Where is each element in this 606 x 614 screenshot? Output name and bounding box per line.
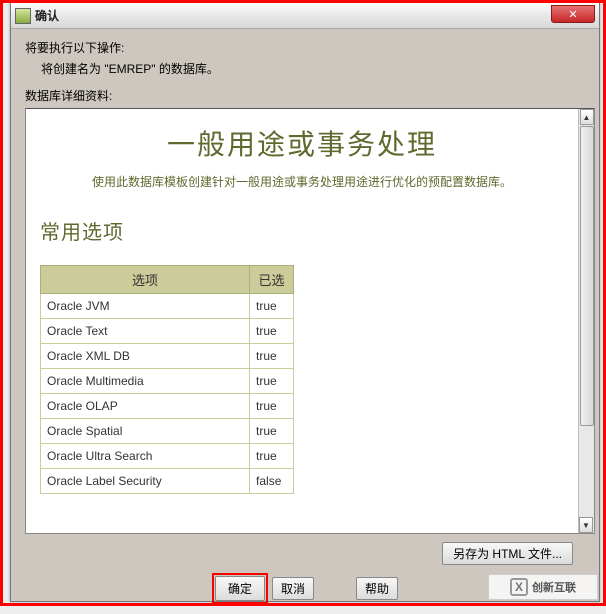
option-cell: Oracle JVM	[41, 294, 250, 319]
selected-cell: true	[250, 319, 294, 344]
table-row: Oracle Spatialtrue	[41, 419, 294, 444]
detail-panel: 一般用途或事务处理 使用此数据库模板创建针对一般用途或事务处理用途进行优化的预配…	[25, 108, 595, 534]
table-row: Oracle XML DBtrue	[41, 344, 294, 369]
close-button[interactable]: ✕	[551, 5, 595, 23]
selected-cell: true	[250, 394, 294, 419]
selected-cell: true	[250, 444, 294, 469]
instruction-detail: 将创建名为 "EMREP" 的数据库。	[41, 60, 585, 77]
table-row: Oracle Label Securityfalse	[41, 469, 294, 494]
window-title: 确认	[35, 7, 59, 24]
panel-content: 一般用途或事务处理 使用此数据库模板创建针对一般用途或事务处理用途进行优化的预配…	[26, 109, 578, 533]
selected-cell: false	[250, 469, 294, 494]
cancel-button[interactable]: 取消	[272, 577, 314, 600]
template-title: 一般用途或事务处理	[40, 123, 564, 163]
option-cell: Oracle Multimedia	[41, 369, 250, 394]
app-icon	[15, 8, 31, 24]
table-row: Oracle OLAPtrue	[41, 394, 294, 419]
scroll-up-icon[interactable]: ▲	[580, 109, 594, 125]
scrollbar[interactable]: ▲ ▼	[578, 109, 594, 533]
col-selected-header: 已选	[250, 266, 294, 294]
selected-cell: true	[250, 294, 294, 319]
db-detail-label: 数据库详细资料:	[25, 87, 585, 104]
scroll-thumb[interactable]	[580, 126, 594, 426]
template-subtitle: 使用此数据库模板创建针对一般用途或事务处理用途进行优化的预配置数据库。	[40, 173, 564, 190]
selected-cell: true	[250, 419, 294, 444]
watermark-logo: X创新互联	[488, 574, 598, 600]
confirm-dialog: 确认 ✕ 将要执行以下操作: 将创建名为 "EMREP" 的数据库。 数据库详细…	[10, 2, 600, 602]
ok-highlight: 确定	[212, 573, 268, 604]
option-cell: Oracle OLAP	[41, 394, 250, 419]
col-option-header: 选项	[41, 266, 250, 294]
close-icon: ✕	[568, 8, 577, 21]
table-row: Oracle Ultra Searchtrue	[41, 444, 294, 469]
save-row: 另存为 HTML 文件...	[25, 542, 585, 565]
option-cell: Oracle Text	[41, 319, 250, 344]
selected-cell: true	[250, 344, 294, 369]
save-html-button[interactable]: 另存为 HTML 文件...	[442, 542, 573, 565]
instruction-text: 将要执行以下操作:	[25, 39, 585, 56]
table-row: Oracle JVMtrue	[41, 294, 294, 319]
option-cell: Oracle Ultra Search	[41, 444, 250, 469]
selected-cell: true	[250, 369, 294, 394]
options-table: 选项 已选 Oracle JVMtrueOracle TexttrueOracl…	[40, 265, 294, 494]
ok-button[interactable]: 确定	[215, 576, 265, 601]
titlebar: 确认 ✕	[11, 3, 599, 29]
option-cell: Oracle Label Security	[41, 469, 250, 494]
scroll-down-icon[interactable]: ▼	[579, 517, 593, 533]
option-cell: Oracle XML DB	[41, 344, 250, 369]
section-common-options: 常用选项	[40, 216, 564, 245]
table-row: Oracle Texttrue	[41, 319, 294, 344]
option-cell: Oracle Spatial	[41, 419, 250, 444]
table-row: Oracle Multimediatrue	[41, 369, 294, 394]
dialog-body: 将要执行以下操作: 将创建名为 "EMREP" 的数据库。 数据库详细资料: 一…	[11, 29, 599, 614]
help-button[interactable]: 帮助	[356, 577, 398, 600]
